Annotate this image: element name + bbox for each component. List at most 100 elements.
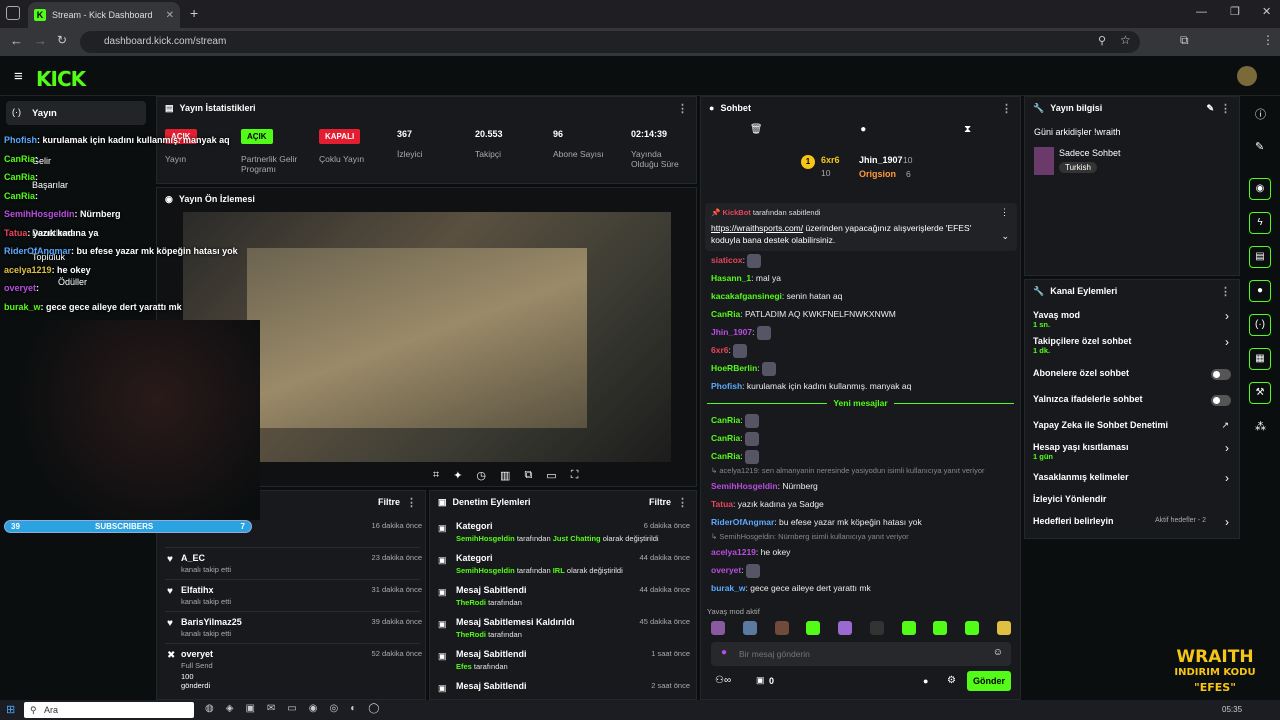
kick-logo[interactable]: KICK bbox=[36, 67, 86, 91]
edit-icon[interactable]: ✎ bbox=[1206, 103, 1214, 114]
more-icon[interactable]: ⋮ bbox=[677, 102, 688, 115]
channel-action-item[interactable]: Yapay Zeka ile Sohbet Denetimi bbox=[1033, 420, 1233, 430]
leaderboard-user[interactable]: Origsion bbox=[859, 169, 896, 179]
leaderboard-user[interactable]: 6xr6 bbox=[821, 155, 840, 165]
reload-icon[interactable]: ↻ bbox=[57, 33, 67, 47]
back-icon[interactable]: ← bbox=[10, 33, 23, 48]
chat-username[interactable]: CanRia bbox=[711, 433, 740, 443]
chat-username[interactable]: Phofish bbox=[711, 381, 742, 391]
edge-icon[interactable]: ◍ bbox=[205, 703, 214, 714]
forward-icon[interactable]: → bbox=[34, 33, 47, 48]
filter-button[interactable]: Filtre bbox=[649, 497, 671, 507]
gift-icon[interactable]: ▣ bbox=[756, 675, 765, 686]
emote-icon[interactable] bbox=[869, 621, 884, 635]
more-icon[interactable]: ⋮ bbox=[406, 496, 417, 509]
chevron-right-icon[interactable]: › bbox=[1225, 515, 1229, 529]
crop-icon[interactable]: ⌗ bbox=[433, 469, 439, 482]
chat-input[interactable] bbox=[739, 646, 979, 662]
channel-action-item[interactable]: Abonelere özel sohbet bbox=[1033, 368, 1233, 378]
moderation-user[interactable]: TheRodi bbox=[456, 630, 486, 639]
emote-icon[interactable] bbox=[965, 621, 980, 635]
timer-icon[interactable]: ◷ bbox=[476, 469, 486, 482]
chevron-right-icon[interactable]: › bbox=[1225, 441, 1229, 455]
chat-username[interactable]: Hasann_1 bbox=[711, 273, 751, 283]
popout-icon[interactable]: ⧉ bbox=[524, 469, 532, 482]
chat-username[interactable]: siaticox bbox=[711, 255, 743, 265]
toggle-switch[interactable] bbox=[1211, 369, 1231, 380]
send-button[interactable]: Gönder bbox=[967, 671, 1011, 691]
lightning-icon[interactable]: ϟ bbox=[1249, 212, 1271, 234]
chat-rail-icon[interactable]: ● bbox=[1249, 280, 1271, 302]
info-icon[interactable]: ⓘ bbox=[1255, 106, 1266, 122]
camera-icon[interactable]: ◉ bbox=[1249, 178, 1271, 200]
chat-username[interactable]: SemihHosgeldin bbox=[711, 481, 778, 491]
tab-search-icon[interactable] bbox=[6, 6, 20, 20]
obs-icon[interactable]: ◯ bbox=[368, 703, 379, 714]
store-icon[interactable]: ▣ bbox=[245, 703, 254, 714]
channel-action-item[interactable]: Hesap yaşı kısıtlaması 1 gün bbox=[1033, 442, 1233, 461]
chevron-right-icon[interactable]: › bbox=[1225, 309, 1229, 323]
chat-settings-bubble-icon[interactable]: ● bbox=[923, 676, 928, 686]
chat-username[interactable]: overyet bbox=[711, 565, 741, 575]
chat-username[interactable]: 6xr6 bbox=[711, 345, 729, 355]
emote-icon[interactable] bbox=[742, 621, 757, 635]
sparkle-icon[interactable]: ✦ bbox=[453, 469, 462, 482]
folder-icon[interactable]: ▭ bbox=[287, 703, 296, 714]
emote-icon[interactable] bbox=[774, 621, 789, 635]
mic-icon[interactable]: ● bbox=[721, 647, 727, 658]
leaderboard-user[interactable]: Jhin_1907 bbox=[859, 155, 903, 165]
channel-action-item[interactable]: İzleyici Yönlendir bbox=[1033, 494, 1233, 504]
channel-action-item[interactable]: Yalnızca ifadelerle sohbet bbox=[1033, 394, 1233, 404]
moderation-user[interactable]: Efes bbox=[456, 662, 472, 671]
bookmark-icon[interactable]: ☆ bbox=[1120, 33, 1131, 47]
chat-username[interactable]: CanRia bbox=[711, 415, 740, 425]
channel-action-item[interactable]: Yavaş mod 1 sn. bbox=[1033, 310, 1233, 329]
mail-icon[interactable]: ✉ bbox=[267, 703, 275, 714]
tool-icon[interactable]: ⚒ bbox=[1249, 382, 1271, 404]
broadcast-icon[interactable]: (·) bbox=[1249, 314, 1271, 336]
emote-icon[interactable] bbox=[996, 621, 1011, 635]
tab-close-icon[interactable]: ✕ bbox=[166, 10, 174, 21]
hourglass-icon[interactable]: ⧗ bbox=[964, 124, 971, 135]
channel-action-item[interactable]: Takipçilere özel sohbet 1 dk. bbox=[1033, 336, 1233, 355]
taskbar-search[interactable]: ⚲ Ara bbox=[24, 702, 194, 718]
community-icon[interactable]: ⁂ bbox=[1255, 420, 1266, 433]
moderation-user[interactable]: SemihHosgeldin bbox=[456, 534, 515, 543]
chat-username[interactable]: RiderOfAngmar bbox=[711, 517, 774, 527]
chat-input-box[interactable]: ● ☺ bbox=[711, 642, 1011, 666]
spotify-icon[interactable]: ◉ bbox=[309, 703, 318, 714]
chat-username[interactable]: acelya1219 bbox=[711, 547, 756, 557]
tag-badge[interactable]: Turkish bbox=[1059, 162, 1097, 173]
copilot-icon[interactable]: ◈ bbox=[226, 703, 234, 714]
emote-icon[interactable] bbox=[933, 621, 948, 635]
chrome-icon[interactable]: ◎ bbox=[329, 703, 338, 714]
avatar[interactable] bbox=[1237, 66, 1257, 86]
chat-username[interactable]: CanRia bbox=[711, 309, 740, 319]
extensions-icon[interactable]: ⧉ bbox=[1180, 33, 1189, 48]
chat-username[interactable]: Jhin_1907 bbox=[711, 327, 752, 337]
points-icon[interactable]: ⚇∞ bbox=[715, 675, 731, 686]
hamburger-icon[interactable]: ≡ bbox=[14, 68, 23, 85]
maximize-icon[interactable]: ❐ bbox=[1230, 5, 1240, 18]
url-field[interactable]: dashboard.kick.com/stream bbox=[80, 31, 1140, 53]
pinned-link[interactable]: https://wraithsports.com/ bbox=[711, 223, 803, 233]
more-icon[interactable]: ⋮ bbox=[1220, 102, 1231, 115]
toggle-switch[interactable] bbox=[1211, 395, 1231, 406]
chevron-right-icon[interactable]: › bbox=[1225, 335, 1229, 349]
stats-icon[interactable]: ▥ bbox=[500, 469, 510, 482]
trash-icon[interactable]: 🗑 bbox=[750, 124, 763, 135]
moderation-user[interactable]: SemihHosgeldin bbox=[456, 566, 515, 575]
sidebar-item-yayin[interactable]: (·) Yayın bbox=[6, 101, 146, 125]
screen-icon[interactable]: ▭ bbox=[546, 469, 556, 482]
minimize-icon[interactable]: — bbox=[1196, 6, 1207, 18]
emoji-icon[interactable]: ☺ bbox=[993, 647, 1003, 658]
document-icon[interactable]: ▤ bbox=[1249, 246, 1271, 268]
window-close-icon[interactable]: ✕ bbox=[1262, 5, 1271, 18]
gear-icon[interactable]: ⚙ bbox=[947, 675, 956, 686]
chat-username[interactable]: burak_w bbox=[711, 583, 746, 593]
chevron-down-icon[interactable]: ⌄ bbox=[1001, 231, 1009, 242]
chat-username[interactable]: kacakafgansinegi bbox=[711, 291, 782, 301]
chat-username[interactable]: Tatua bbox=[711, 499, 733, 509]
more-icon[interactable]: ⋮ bbox=[1220, 285, 1231, 298]
fullscreen-icon[interactable]: ⛶ bbox=[571, 469, 579, 482]
